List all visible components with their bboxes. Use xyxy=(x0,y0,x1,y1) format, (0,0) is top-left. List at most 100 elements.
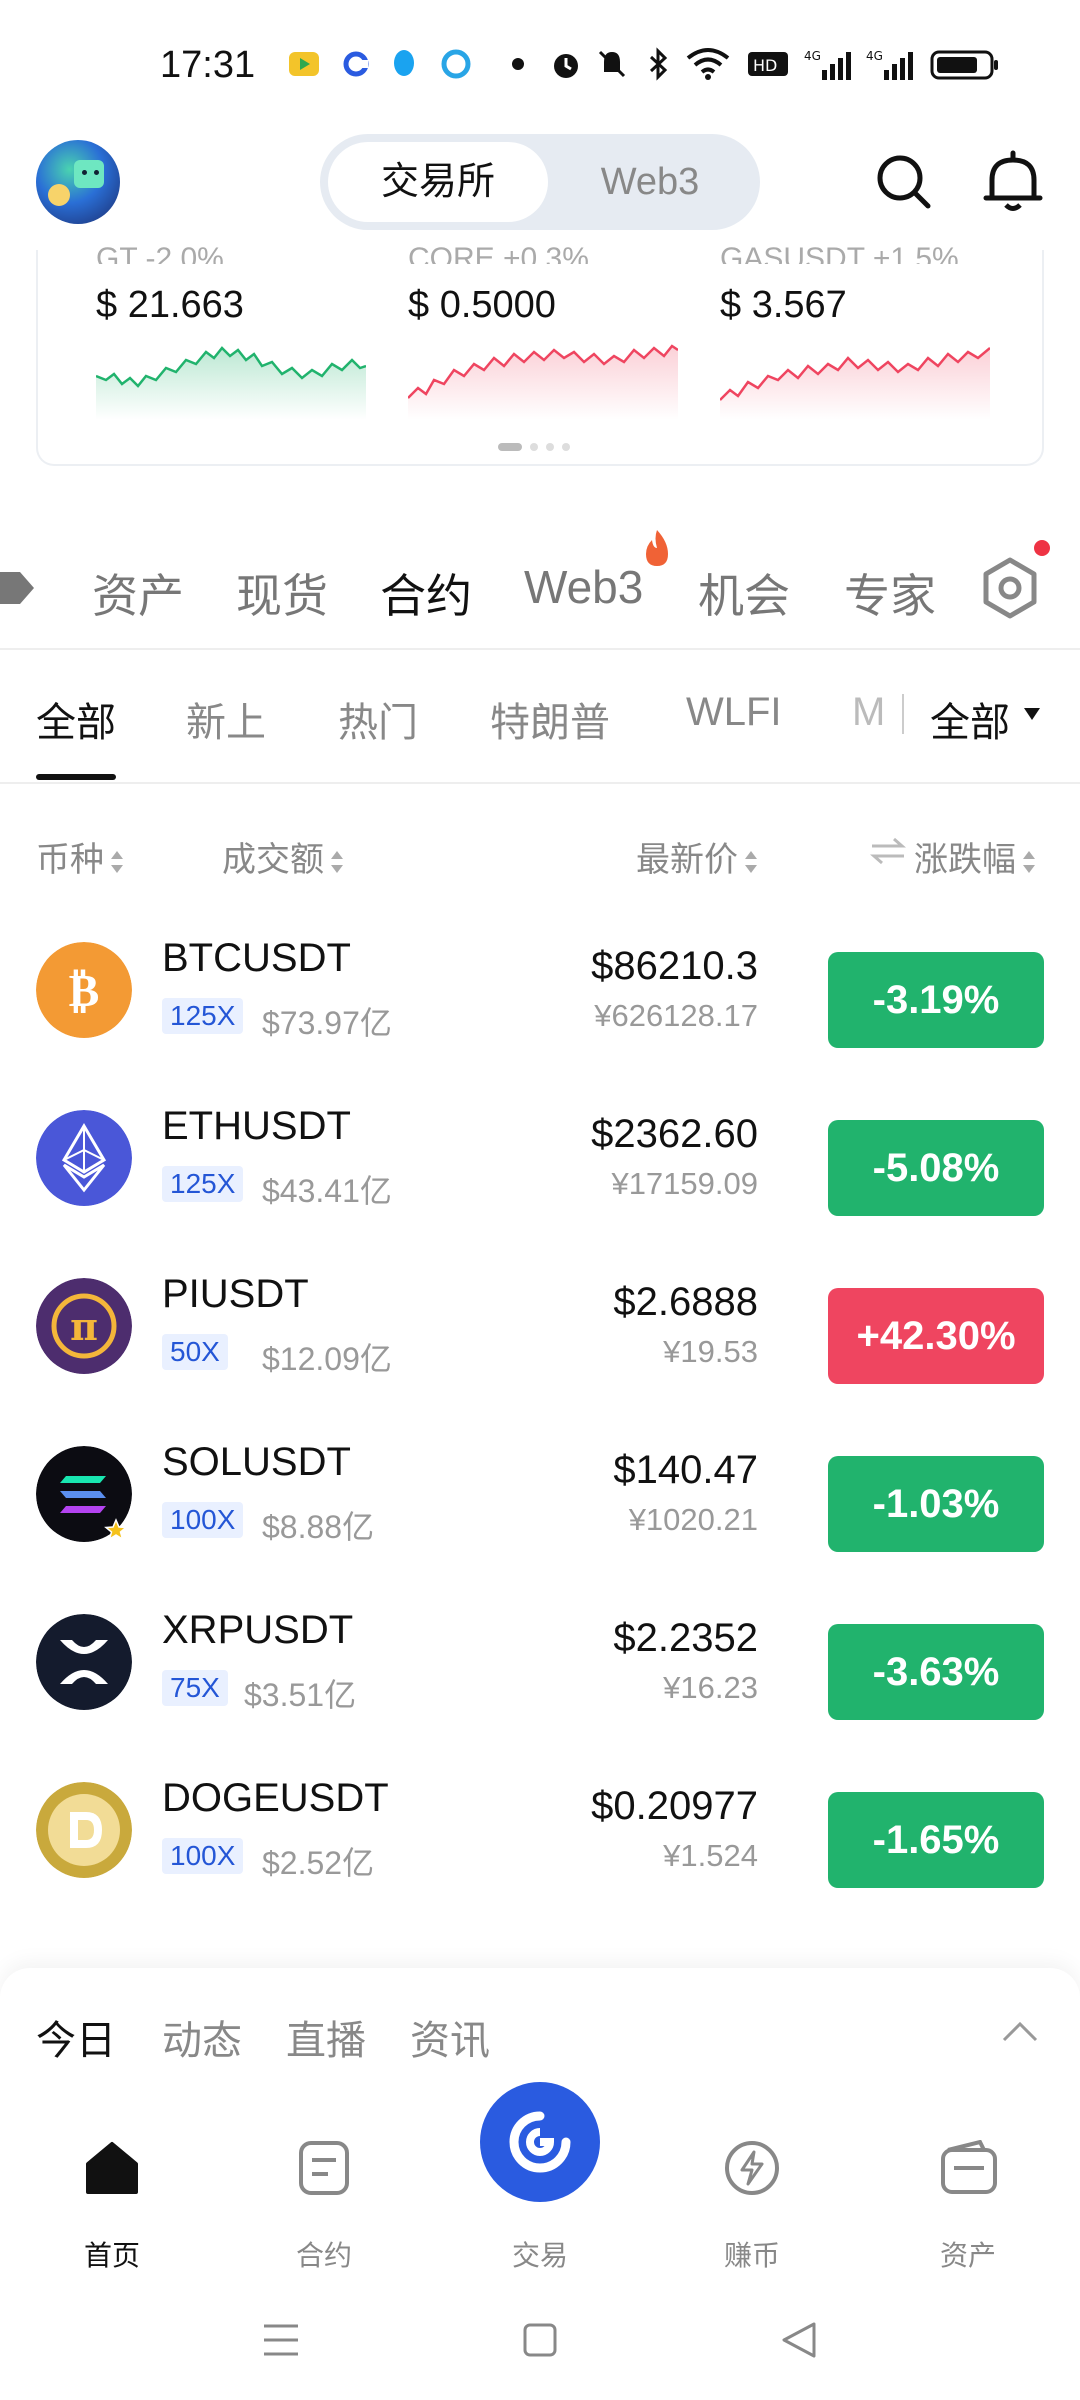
change-badge[interactable]: -5.08% xyxy=(828,1120,1044,1216)
tag-icon[interactable] xyxy=(0,566,36,610)
change-badge[interactable]: -3.19% xyxy=(828,952,1044,1048)
table-row[interactable]: ETHUSDT 125X $43.41亿 $2362.60 ¥17159.09 … xyxy=(0,1088,1080,1256)
row-volume: $8.88亿 xyxy=(262,1509,375,1545)
tab-experts[interactable]: 专家 xyxy=(844,560,936,626)
dot-icon xyxy=(512,58,524,70)
eth-icon xyxy=(36,1110,132,1206)
tab-futures[interactable]: 合约 xyxy=(380,560,472,626)
alarm-icon xyxy=(554,54,578,78)
change-badge[interactable]: -3.63% xyxy=(828,1624,1044,1720)
divider xyxy=(0,782,1080,784)
subtab-trump[interactable]: 特朗普 xyxy=(490,690,610,748)
change-badge[interactable]: -1.03% xyxy=(828,1456,1044,1552)
filter-dropdown[interactable]: 全部 xyxy=(930,690,1010,748)
ticker-item[interactable]: CORE +0.3% $ 0.5000 xyxy=(408,242,698,430)
ticker-sparkline xyxy=(720,347,990,420)
sort-icon[interactable] xyxy=(110,849,124,875)
row-volume: $3.51亿 xyxy=(244,1677,357,1713)
home-icon xyxy=(86,2142,138,2194)
signal-4g-icon: 4G xyxy=(804,49,851,80)
svg-text:4G: 4G xyxy=(804,49,821,63)
settings-icon[interactable] xyxy=(978,556,1042,620)
sort-icon[interactable] xyxy=(330,849,344,875)
search-icon[interactable] xyxy=(874,152,934,212)
svg-text:HD: HD xyxy=(753,56,777,75)
table-row[interactable]: XRPUSDT 75X $3.51亿 $2.2352 ¥16.23 -3.63% xyxy=(0,1592,1080,1760)
subtab-indicator xyxy=(36,774,116,780)
contract-icon xyxy=(299,2141,349,2195)
hd-icon: HD xyxy=(748,52,788,76)
ticker-item[interactable]: GT -2.0% $ 21.663 xyxy=(96,242,386,430)
browser-app-icon xyxy=(343,51,369,77)
tab-spot[interactable]: 现货 xyxy=(236,560,328,626)
divider xyxy=(0,648,1080,650)
tab-opportunities[interactable]: 机会 xyxy=(698,560,790,626)
video-app-icon xyxy=(289,52,319,76)
xrp-icon xyxy=(36,1614,132,1710)
cloud-app-icon xyxy=(441,49,471,79)
news-tab-feed[interactable]: 动态 xyxy=(162,2008,242,2066)
ticker-carousel[interactable]: GT -2.0% $ 21.663 CORE +0.3% $ 0.5000 GA… xyxy=(36,242,1044,466)
col-change[interactable]: 涨跌幅 xyxy=(914,832,1036,881)
home-square-icon[interactable] xyxy=(522,2322,558,2358)
segment-exchange[interactable]: 交易所 xyxy=(328,142,548,222)
row-volume: $43.41亿 xyxy=(262,1173,392,1209)
subtab-more[interactable]: M xyxy=(852,690,885,735)
leverage-badge: 100X xyxy=(162,1838,244,1874)
subtab-all[interactable]: 全部 xyxy=(36,690,116,748)
news-tab-today[interactable]: 今日 xyxy=(36,2008,116,2066)
exchange-web3-switch: 交易所 Web3 xyxy=(320,134,760,230)
back-icon[interactable] xyxy=(780,2320,818,2360)
tab-web3[interactable]: Web3 xyxy=(524,560,643,614)
sort-icon[interactable] xyxy=(744,849,758,875)
ticker-price: $ 21.663 xyxy=(96,284,244,326)
col-volume[interactable]: 成交额 xyxy=(222,832,344,881)
trade-button[interactable] xyxy=(480,2082,600,2202)
nav-label: 赚币 xyxy=(723,2240,780,2271)
table-row[interactable]: π PIUSDT 50X $12.09亿 $2.6888 ¥19.53 +42.… xyxy=(0,1256,1080,1424)
row-price: $140.47 xyxy=(613,1448,758,1492)
row-symbol: XRPUSDT xyxy=(162,1608,354,1652)
swap-icon[interactable] xyxy=(868,836,908,866)
change-badge[interactable]: -1.65% xyxy=(828,1792,1044,1888)
notification-dot xyxy=(1034,540,1050,556)
system-nav-bar xyxy=(0,2280,1080,2400)
row-volume: $73.97亿 xyxy=(262,1005,392,1041)
svg-text:π: π xyxy=(70,1304,98,1349)
top-header: 交易所 Web3 xyxy=(0,130,1080,250)
avatar[interactable] xyxy=(36,140,120,224)
caret-down-icon[interactable] xyxy=(1022,706,1042,722)
segment-web3[interactable]: Web3 xyxy=(548,142,752,222)
row-price: $0.20977 xyxy=(591,1784,758,1828)
news-tab-live[interactable]: 直播 xyxy=(286,2008,366,2066)
ticker-name: CORE +0.3% xyxy=(408,242,589,264)
sort-icon[interactable] xyxy=(1022,849,1036,875)
subtab-new[interactable]: 新上 xyxy=(186,690,266,748)
ticker-item[interactable]: GASUSDT +1.5% $ 3.567 xyxy=(720,242,1010,430)
subtab-hot[interactable]: 热门 xyxy=(338,690,418,748)
table-row[interactable]: DOGEUSDT 100X $2.52亿 $0.20977 ¥1.524 -1.… xyxy=(0,1760,1080,1928)
battery-icon xyxy=(930,50,998,80)
menu-icon[interactable] xyxy=(262,2322,300,2358)
row-cny-price: ¥17159.09 xyxy=(611,1166,758,1201)
row-symbol: ETHUSDT xyxy=(162,1104,351,1148)
leverage-badge: 100X xyxy=(162,1502,244,1538)
table-row[interactable]: ₿ BTCUSDT 125X $73.97亿 $86210.3 ¥626128.… xyxy=(0,920,1080,1088)
bell-icon[interactable] xyxy=(982,150,1044,214)
change-badge[interactable]: +42.30% xyxy=(828,1288,1044,1384)
row-volume: $12.09亿 xyxy=(262,1341,392,1377)
table-row[interactable]: SOLUSDT 100X $8.88亿 $140.47 ¥1020.21 -1.… xyxy=(0,1424,1080,1592)
signal-4g-icon-2: 4G xyxy=(866,49,913,80)
col-price[interactable]: 最新价 xyxy=(636,832,758,881)
mute-icon xyxy=(598,50,626,78)
bluetooth-icon xyxy=(649,47,668,81)
col-coin[interactable]: 币种 xyxy=(36,832,124,881)
news-tab-news[interactable]: 资讯 xyxy=(410,2008,490,2066)
status-time: 17:31 xyxy=(160,44,256,86)
main-tabs: 资产 现货 合约 Web3 机会 专家 xyxy=(0,520,1080,650)
ticker-sparkline xyxy=(96,346,366,420)
tab-assets[interactable]: 资产 xyxy=(92,560,184,626)
pi-icon: π xyxy=(36,1278,132,1374)
chevron-up-icon[interactable] xyxy=(1000,2020,1040,2044)
subtab-wlfi[interactable]: WLFI xyxy=(686,690,782,735)
